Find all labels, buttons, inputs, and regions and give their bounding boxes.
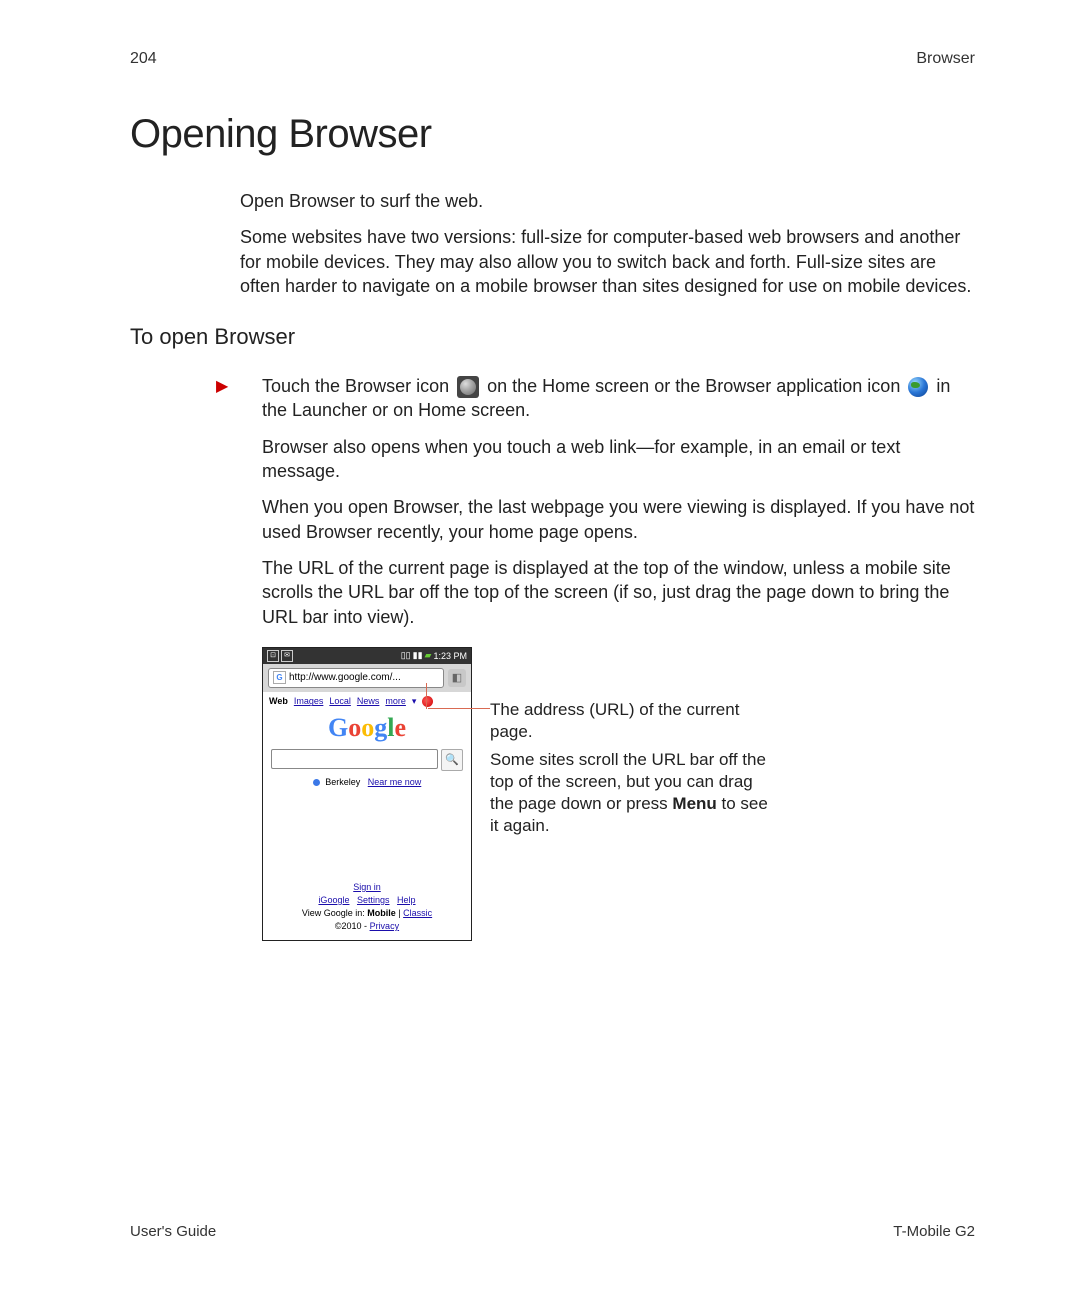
url-bar-row: G http://www.google.com/... ◧ [263,664,471,692]
status-bar: ⊡ ✉ ▯▯ ▮▮ ▰ 1:23 PM [263,648,471,664]
magnifier-icon: 🔍 [445,753,459,766]
search-row: 🔍 [263,749,471,771]
intro-p1: Open Browser to surf the web. [240,189,975,213]
page-number: 204 [130,50,157,68]
subheading: To open Browser [130,324,975,350]
status-3g-icon: ▯▯ [401,650,411,661]
help-link[interactable]: Help [397,895,416,905]
intro-block: Open Browser to surf the web. Some websi… [240,189,975,298]
location-row: Berkeley Near me now [263,777,471,787]
location-city: Berkeley [325,777,360,787]
near-me-link[interactable]: Near me now [368,777,422,787]
signin-link[interactable]: Sign in [353,882,381,892]
callout-line2: Some sites scroll the URL bar off the to… [490,749,780,837]
url-bar[interactable]: G http://www.google.com/... [268,668,444,688]
igoogle-link[interactable]: iGoogle [318,895,349,905]
intro-p2: Some websites have two versions: full-si… [240,225,975,298]
page-title: Opening Browser [130,112,975,157]
nav-dropdown-icon: ▾ [412,696,417,707]
footer-left: User's Guide [130,1223,216,1240]
step-list: ▶ Touch the Browser icon on the Home scr… [240,374,975,629]
view-mobile: Mobile [367,908,396,918]
callout-line1: The address (URL) of the current page. [490,699,780,743]
google-nav: Web Images Local News more ▾ [263,692,471,709]
browser-globe-dark-icon [457,376,479,398]
figure-row: ⊡ ✉ ▯▯ ▮▮ ▰ 1:23 PM G http://www.google.… [262,647,975,941]
phone-screenshot: ⊡ ✉ ▯▯ ▮▮ ▰ 1:23 PM G http://www.google.… [262,647,472,941]
status-sdcard-icon: ⊡ [267,650,279,662]
bookmark-button[interactable]: ◧ [448,669,466,687]
nav-apps-icon[interactable] [422,696,433,707]
bullet-icon: ▶ [216,376,228,398]
figure-callout: The address (URL) of the current page. S… [490,647,780,941]
nav-news[interactable]: News [357,696,380,706]
privacy-link[interactable]: Privacy [370,921,400,931]
nav-local[interactable]: Local [329,696,351,706]
page-footer: User's Guide T-Mobile G2 [130,1223,975,1240]
nav-more[interactable]: more [385,696,406,706]
phone-footer: Sign in iGoogle Settings Help View Googl… [263,882,471,940]
page-header: 204 Browser [130,50,975,68]
view-classic-link[interactable]: Classic [403,908,432,918]
nav-images[interactable]: Images [294,696,324,706]
google-logo: Google [263,713,471,743]
footer-right: T-Mobile G2 [893,1223,975,1240]
search-input[interactable] [271,749,438,769]
search-button[interactable]: 🔍 [441,749,463,771]
url-text: http://www.google.com/... [289,672,401,683]
settings-link[interactable]: Settings [357,895,390,905]
step-3: When you open Browser, the last webpage … [262,495,975,544]
status-battery-icon: ▰ [425,650,432,661]
step-2: Browser also opens when you touch a web … [262,435,975,484]
status-signal-icon: ▮▮ [413,650,423,661]
step-1: Touch the Browser icon on the Home scree… [262,374,975,423]
location-dot-icon [313,779,320,786]
status-time: 1:23 PM [433,651,467,661]
browser-globe-color-icon [908,377,928,397]
section-name: Browser [916,50,975,68]
favicon-icon: G [273,671,286,684]
nav-web[interactable]: Web [269,696,288,706]
status-mail-icon: ✉ [281,650,293,662]
step-4: The URL of the current page is displayed… [262,556,975,629]
